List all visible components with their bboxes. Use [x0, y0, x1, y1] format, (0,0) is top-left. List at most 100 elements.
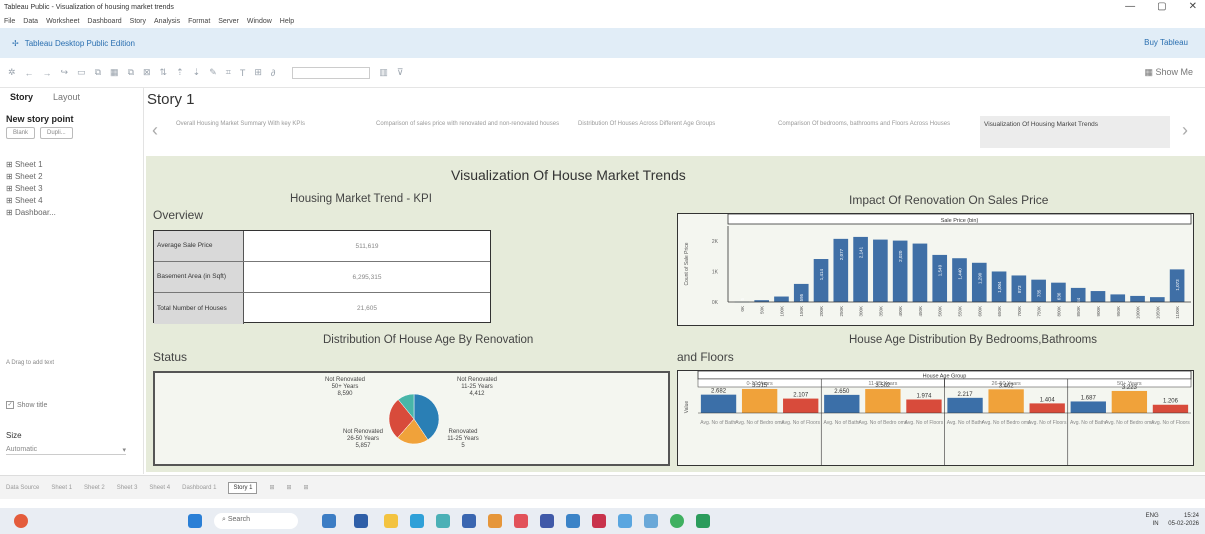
clear-icon[interactable]: ⊠: [143, 67, 151, 78]
windows-start-icon[interactable]: [188, 514, 202, 528]
duplicate-icon[interactable]: ⧉: [128, 67, 134, 78]
whatsapp-icon[interactable]: [670, 514, 684, 528]
chrome-icon[interactable]: [488, 514, 502, 528]
chevron-left-icon[interactable]: ‹: [152, 120, 158, 141]
close-icon[interactable]: ✕: [1189, 1, 1197, 12]
sheet-tab[interactable]: Sheet 3: [117, 485, 138, 491]
redo-icon[interactable]: ↪: [61, 67, 69, 78]
x-tick-label: 300K: [859, 306, 864, 317]
menu-analysis[interactable]: Analysis: [154, 18, 180, 25]
dashboard-tab[interactable]: Dashboard 1: [182, 485, 216, 491]
back-icon[interactable]: ←: [25, 68, 34, 78]
sheet-item[interactable]: ⊞ Dashboar...: [6, 207, 143, 219]
group-icon[interactable]: ⌗: [226, 67, 231, 78]
store-icon[interactable]: [462, 514, 476, 528]
menu-format[interactable]: Format: [188, 18, 210, 25]
histogram-header-label: Sale Price (bin): [941, 218, 979, 224]
story-point-4[interactable]: Comparison Of bedrooms, bathrooms and Fl…: [774, 116, 964, 148]
story-point-3[interactable]: Distribution Of Houses Across Different …: [574, 116, 764, 148]
x-tick-label: 50K: [760, 306, 765, 314]
menu-worksheet[interactable]: Worksheet: [46, 18, 79, 25]
new-dashboard-icon[interactable]: ⊞: [287, 484, 292, 491]
tableau-home-icon[interactable]: ✲: [8, 67, 16, 78]
people-icon[interactable]: [322, 514, 336, 528]
new-worksheet-icon[interactable]: ⊞: [269, 484, 274, 491]
menu-story[interactable]: Story: [130, 18, 146, 25]
blank-button[interactable]: Blank: [6, 127, 36, 139]
story-point-2[interactable]: Comparison of sales price with renovated…: [372, 116, 566, 148]
browser-icon[interactable]: [436, 514, 450, 528]
app-icon-mixed[interactable]: [618, 514, 632, 528]
excel-icon[interactable]: [696, 514, 710, 528]
task-view-icon[interactable]: [354, 514, 368, 528]
sheet-label: Sheet 1: [14, 160, 43, 169]
story-point-5[interactable]: Visualization Of Housing Market Trends: [980, 116, 1170, 148]
fix-axes-icon[interactable]: ⊞: [254, 67, 262, 78]
forward-icon[interactable]: →: [43, 68, 52, 78]
bbf-bar-label: 3.462: [999, 383, 1015, 389]
bar-value-label: 1,549: [938, 264, 943, 276]
edge-icon[interactable]: [410, 514, 424, 528]
sheet-tab[interactable]: Sheet 1: [51, 485, 72, 491]
drag-text-item[interactable]: A Drag to add text: [6, 360, 54, 366]
show-me-label: Show Me: [1155, 67, 1193, 77]
menu-window[interactable]: Window: [247, 18, 272, 25]
app-icon-blue[interactable]: [566, 514, 580, 528]
bbf-bar-label: 2.217: [958, 392, 974, 398]
taskbar-search[interactable]: ⌕ Search: [214, 513, 298, 529]
story-point-1[interactable]: Overall Housing Market Summary With key …: [172, 116, 362, 148]
duplicate-button[interactable]: Dupli...: [40, 127, 73, 139]
bbf-bar: [1111, 390, 1148, 413]
show-me-button[interactable]: ▦ Show Me: [1144, 67, 1193, 78]
bbf-bar: [906, 399, 942, 413]
highlight-icon[interactable]: ✎: [209, 67, 217, 78]
tab-story[interactable]: Story: [10, 92, 33, 102]
lang-label[interactable]: ENG: [1146, 513, 1159, 519]
menu-dashboard[interactable]: Dashboard: [87, 18, 121, 25]
minimize-icon[interactable]: —: [1125, 1, 1135, 12]
format-icon[interactable]: ∂: [271, 68, 275, 78]
sheet-item[interactable]: ⊞ Sheet 2: [6, 171, 143, 183]
chart-icon[interactable]: ▥: [379, 67, 388, 78]
menu-file[interactable]: File: [4, 18, 15, 25]
menu-server[interactable]: Server: [218, 18, 239, 25]
tooltip-icon[interactable]: ⊽: [397, 67, 404, 78]
data-source-icon[interactable]: ⧉: [95, 67, 101, 78]
show-title-checkbox[interactable]: ✓ Show title: [6, 401, 47, 409]
tableau-taskbar-icon[interactable]: [644, 514, 658, 528]
sort-desc-icon[interactable]: ⇣: [193, 67, 201, 78]
sheet-item[interactable]: ⊞ Sheet 4: [6, 195, 143, 207]
bbf-chart-title: House Age Distribution By Bedrooms,Bathr…: [849, 334, 1098, 346]
buy-tableau-link[interactable]: Buy Tableau: [1144, 38, 1188, 47]
menu-data[interactable]: Data: [23, 18, 38, 25]
sale-price-histogram: Sale Price (bin) Count of Sale Price 2K 1K 0…: [684, 213, 1192, 319]
office-icon[interactable]: [592, 514, 606, 528]
size-dropdown[interactable]: Automatic ▾: [6, 446, 126, 455]
sort-asc-icon[interactable]: ⇡: [176, 67, 184, 78]
y-axis-label: Count of Sale Price: [684, 242, 690, 285]
labels-icon[interactable]: T: [240, 68, 246, 78]
sheet-tab[interactable]: Sheet 4: [149, 485, 170, 491]
tab-layout[interactable]: Layout: [53, 92, 80, 102]
data-source-tab[interactable]: Data Source: [6, 485, 39, 491]
hp-icon[interactable]: [540, 514, 554, 528]
sheet-icon: ⊞: [6, 160, 15, 169]
menu-help[interactable]: Help: [280, 18, 294, 25]
maximize-icon[interactable]: ▢: [1157, 1, 1166, 12]
y-tick-label: 2K: [712, 239, 719, 245]
app-icon-red[interactable]: [514, 514, 528, 528]
story-tab[interactable]: Story 1: [228, 481, 258, 494]
fit-dropdown[interactable]: [292, 66, 371, 79]
file-explorer-icon[interactable]: [384, 514, 398, 528]
app-icon[interactable]: [14, 514, 28, 528]
new-sheet-icon[interactable]: ▦: [110, 67, 119, 78]
sheet-item[interactable]: ⊞ Sheet 1: [6, 159, 143, 171]
sheet-item[interactable]: ⊞ Sheet 3: [6, 183, 143, 195]
sheet-tab[interactable]: Sheet 2: [84, 485, 105, 491]
chevron-right-icon[interactable]: ›: [1182, 120, 1188, 141]
new-story-icon[interactable]: ⊞: [304, 484, 309, 491]
save-icon[interactable]: ▭: [77, 67, 86, 78]
clock-time[interactable]: 15:24: [1184, 513, 1199, 519]
swap-icon[interactable]: ⇅: [160, 67, 168, 78]
bar-value-label: 636: [1056, 292, 1061, 300]
